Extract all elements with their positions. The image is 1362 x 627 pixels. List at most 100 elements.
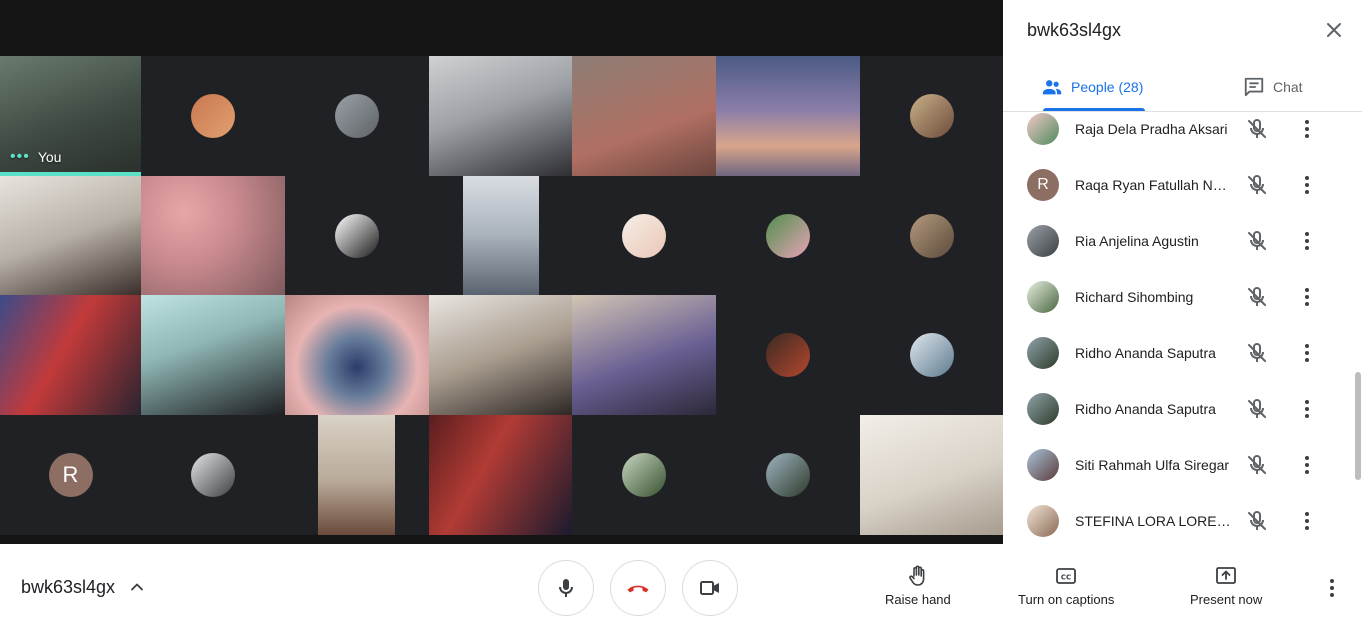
participant-name: Raqa Ryan Fatullah Nasution bbox=[1075, 177, 1231, 193]
participant-row[interactable]: Ria Anjelina Agustin bbox=[1003, 213, 1353, 269]
participant-avatar bbox=[1027, 337, 1059, 369]
stage-bottom-margin bbox=[0, 535, 1003, 544]
participant-options-button[interactable] bbox=[1295, 453, 1319, 477]
participant-options-button[interactable] bbox=[1295, 509, 1319, 533]
stage-top-margin bbox=[0, 0, 1003, 56]
mic-off-icon bbox=[1245, 229, 1269, 253]
video-feed bbox=[572, 56, 716, 176]
captions-label: Turn on captions bbox=[1018, 592, 1115, 607]
video-camera-icon bbox=[700, 581, 719, 595]
participant-tile[interactable] bbox=[141, 415, 285, 535]
video-feed bbox=[318, 415, 395, 535]
camera-button[interactable] bbox=[682, 560, 738, 616]
participant-name: Ridho Ananda Saputra bbox=[1075, 345, 1216, 361]
captions-button[interactable]: CC Turn on captions bbox=[1018, 564, 1114, 607]
participant-tile[interactable] bbox=[572, 415, 716, 535]
participant-row[interactable]: Raja Dela Pradha Aksari bbox=[1003, 113, 1353, 157]
close-panel-button[interactable] bbox=[1322, 18, 1346, 42]
svg-text:CC: CC bbox=[1061, 574, 1071, 582]
participant-options-button[interactable] bbox=[1295, 229, 1319, 253]
participant-options-button[interactable] bbox=[1295, 173, 1319, 197]
participant-row[interactable]: STEFINA LORA LORENZA bbox=[1003, 493, 1353, 544]
mic-off-icon bbox=[1245, 453, 1269, 477]
participant-row[interactable]: Siti Rahmah Ulfa Siregar bbox=[1003, 437, 1353, 493]
video-feed bbox=[0, 295, 141, 415]
participant-tile[interactable] bbox=[860, 295, 1003, 415]
video-feed bbox=[716, 56, 860, 176]
participant-tile[interactable] bbox=[0, 176, 141, 295]
video-grid: ••• You R bbox=[0, 0, 1003, 544]
people-list[interactable]: Raja Dela Pradha Aksari R Raqa Ryan Fatull… bbox=[1003, 113, 1362, 544]
closed-captions-icon: CC bbox=[1056, 568, 1077, 584]
participant-tile[interactable] bbox=[141, 295, 285, 415]
participant-name: Raja Dela Pradha Aksari bbox=[1075, 121, 1228, 137]
participant-avatar bbox=[1027, 113, 1059, 145]
self-label: ••• You bbox=[10, 148, 61, 166]
participant-tile[interactable] bbox=[860, 415, 1003, 535]
participant-tile[interactable] bbox=[572, 176, 716, 295]
avatar bbox=[909, 333, 954, 377]
participant-tile[interactable] bbox=[318, 415, 395, 535]
participant-tile[interactable] bbox=[860, 56, 1003, 176]
participant-avatar-letter: R bbox=[1027, 169, 1059, 201]
participant-options-button[interactable] bbox=[1295, 397, 1319, 421]
video-feed bbox=[141, 176, 285, 295]
avatar-letter: R bbox=[48, 453, 93, 497]
tab-people[interactable]: People (28) bbox=[1041, 74, 1143, 100]
participant-tile[interactable] bbox=[429, 295, 572, 415]
participant-tile[interactable] bbox=[141, 176, 285, 295]
participant-options-button[interactable] bbox=[1295, 117, 1319, 141]
participant-tile[interactable] bbox=[463, 176, 539, 295]
mic-off-icon bbox=[1245, 341, 1269, 365]
participant-tile[interactable] bbox=[860, 176, 1003, 295]
microphone-button[interactable] bbox=[538, 560, 594, 616]
mic-off-icon bbox=[1245, 397, 1269, 421]
participant-tile[interactable] bbox=[716, 295, 860, 415]
participant-tile[interactable] bbox=[716, 56, 860, 176]
participant-tile[interactable] bbox=[285, 176, 429, 295]
participant-tile[interactable] bbox=[285, 56, 429, 176]
participant-row[interactable]: R Raqa Ryan Fatullah Nasution bbox=[1003, 157, 1353, 213]
participant-tile[interactable] bbox=[0, 295, 141, 415]
self-video-tile[interactable]: ••• You bbox=[0, 56, 141, 176]
present-screen-icon bbox=[1216, 567, 1237, 584]
participant-row[interactable]: Richard Sihombing bbox=[1003, 269, 1353, 325]
participant-options-button[interactable] bbox=[1295, 285, 1319, 309]
participant-tile[interactable] bbox=[285, 295, 429, 415]
video-feed bbox=[429, 415, 572, 535]
video-feed bbox=[429, 295, 572, 415]
participant-tile[interactable] bbox=[141, 56, 285, 176]
participant-avatar bbox=[1027, 393, 1059, 425]
present-now-button[interactable]: Present now bbox=[1190, 564, 1262, 607]
participant-tile[interactable] bbox=[572, 295, 716, 415]
participant-name: Ridho Ananda Saputra bbox=[1075, 401, 1216, 417]
tab-chat-label: Chat bbox=[1273, 79, 1303, 95]
mic-off-icon bbox=[1245, 285, 1269, 309]
participant-tile[interactable] bbox=[716, 176, 860, 295]
tab-chat[interactable]: Chat bbox=[1243, 74, 1303, 100]
participant-tile[interactable] bbox=[429, 56, 572, 176]
more-options-button[interactable] bbox=[1320, 576, 1344, 600]
meeting-details-toggle[interactable] bbox=[127, 577, 147, 597]
participant-tile[interactable] bbox=[716, 415, 860, 535]
people-list-scrollbar[interactable] bbox=[1355, 372, 1361, 480]
video-feed bbox=[860, 415, 1003, 535]
participant-tile[interactable] bbox=[429, 415, 572, 535]
leave-call-button[interactable] bbox=[610, 560, 666, 616]
avatar bbox=[909, 94, 954, 138]
participant-row[interactable]: Ridho Ananda Saputra bbox=[1003, 325, 1353, 381]
participant-name: Richard Sihombing bbox=[1075, 289, 1194, 305]
video-feed bbox=[141, 295, 285, 415]
participant-options-button[interactable] bbox=[1295, 341, 1319, 365]
raise-hand-button[interactable]: Raise hand bbox=[885, 564, 951, 607]
meeting-code: bwk63sl4gx bbox=[21, 577, 116, 597]
participant-tile[interactable] bbox=[572, 56, 716, 176]
participant-row[interactable]: Ridho Ananda Saputra bbox=[1003, 381, 1353, 437]
close-icon bbox=[1327, 23, 1341, 37]
meet-app: ••• You R bwk63sl4gx People (28) Chat Raja… bbox=[0, 0, 1362, 627]
participant-avatar bbox=[1027, 281, 1059, 313]
participant-tile[interactable]: R bbox=[0, 415, 141, 535]
avatar bbox=[622, 213, 666, 258]
panel-tabs: People (28) Chat bbox=[1003, 64, 1362, 112]
avatar bbox=[335, 213, 379, 258]
